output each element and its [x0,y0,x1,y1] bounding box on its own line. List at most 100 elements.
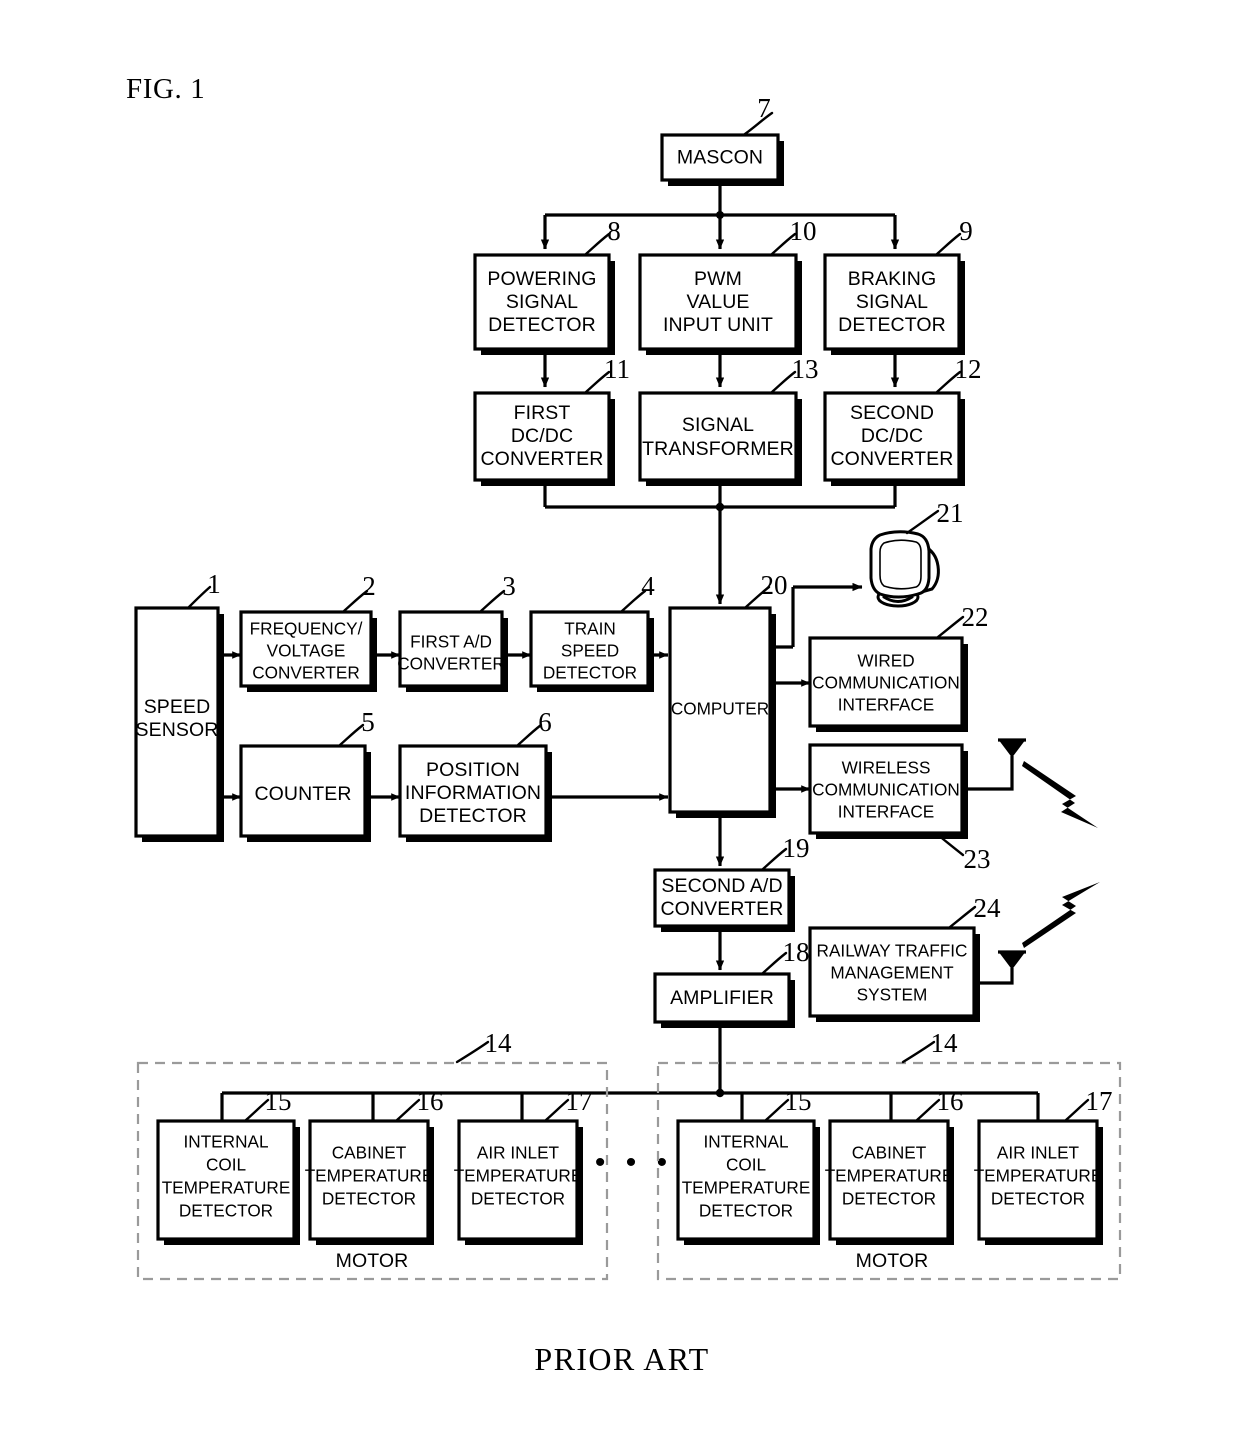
block-speed-sensor[interactable]: SPEED SENSOR 1 [134,569,224,842]
block-first-dcdc-converter[interactable]: FIRST DC/DC CONVERTER 11 [473,354,630,486]
block-speed-sensor-line-0: SPEED [144,696,211,718]
ref-2: 2 [362,571,376,601]
motor-group-1: 14 INTERNAL COIL TEMPERATURE DETECTOR 15… [136,1028,609,1281]
block-pwm-line-0: PWM [694,268,742,290]
sensor-air-inlet-temperature-detector-2[interactable]: AIR INLET TEMPERATURE DETECTOR 17 [974,1086,1113,1245]
block-second-ad-line-0: SECOND A/D [661,875,782,897]
s1b-line-2: DETECTOR [322,1189,416,1209]
ref-21: 21 [937,498,964,528]
block-train-speed-line-0: TRAIN [564,619,616,639]
block-pwm-line-2: INPUT UNIT [663,314,773,336]
block-counter[interactable]: COUNTER 5 [239,707,375,842]
block-train-speed-line-2: DETECTOR [543,663,637,683]
ref-9: 9 [959,216,973,246]
block-wireless-line-1: COMMUNICATION [812,780,960,800]
sensor-ref-15-b: 15 [785,1086,812,1116]
block-speed-sensor-line-1: SENSOR [136,719,219,741]
motor-groups-ellipsis: • • • [595,1146,673,1179]
block-railway-line-2: SYSTEM [857,985,928,1005]
ref-1: 1 [207,569,221,599]
block-frequency-voltage-converter[interactable]: FREQUENCY/ VOLTAGE CONVERTER 2 [239,571,377,692]
s2b-line-2: DETECTOR [842,1189,936,1209]
block-fv-line-2: CONVERTER [252,663,360,683]
block-wireless-line-0: WIRELESS [842,758,931,778]
block-position-line-2: DETECTOR [419,805,527,827]
block-wired-line-1: COMMUNICATION [812,673,960,693]
sensor-internal-coil-temperature-detector-1[interactable]: INTERNAL COIL TEMPERATURE DETECTOR 15 [156,1086,300,1245]
lightning-bolt-icon-wireless [1022,761,1098,828]
ref-5: 5 [361,707,375,737]
ref-22: 22 [962,602,989,632]
ref-19: 19 [783,833,810,863]
block-wireless-communication-interface[interactable]: WIRELESS COMMUNICATION INTERFACE 23 [808,743,991,874]
sensor-ref-16-b: 16 [937,1086,964,1116]
s2b-line-0: CABINET [852,1143,927,1163]
s2a-line-0: INTERNAL [704,1132,789,1152]
patent-figure-page: FIG. 1 MASCON 7 POWERING SIGNAL DETECTOR… [0,0,1240,1448]
block-fv-line-0: FREQUENCY/ [250,619,363,639]
ref-4: 4 [641,571,655,601]
block-powering-line-1: SIGNAL [506,291,578,313]
block-train-speed-line-1: SPEED [561,641,619,661]
block-powering-signal-detector[interactable]: POWERING SIGNAL DETECTOR 8 [473,216,621,355]
sensor-internal-coil-temperature-detector-2[interactable]: INTERNAL COIL TEMPERATURE DETECTOR 15 [676,1086,820,1245]
motor-caption-2: MOTOR [856,1250,929,1272]
s1c-line-1: TEMPERATURE [454,1166,583,1186]
ref-12: 12 [955,354,982,384]
lightning-bolt-icon-railway [1022,882,1100,948]
block-first-ad-converter[interactable]: FIRST A/D CONVERTER 3 [397,571,516,692]
block-signal-transformer[interactable]: SIGNAL TRANSFORMER 13 [638,354,819,486]
s2c-line-1: TEMPERATURE [974,1166,1103,1186]
s1b-line-1: TEMPERATURE [305,1166,434,1186]
block-computer[interactable]: COMPUTER 20 [668,570,788,818]
block-position-line-0: POSITION [426,759,520,781]
sensor-ref-15-a: 15 [265,1086,292,1116]
block-position-information-detector[interactable]: POSITION INFORMATION DETECTOR 6 [398,707,552,842]
block-first-dcdc-line-1: DC/DC [511,425,573,447]
block-mascon[interactable]: MASCON 7 [660,93,784,186]
block-wired-line-0: WIRED [857,651,914,671]
ref-3: 3 [502,571,516,601]
motor-group-1-ref-14: 14 [485,1028,513,1058]
block-amplifier[interactable]: AMPLIFIER 18 [653,937,810,1028]
block-pwm-line-1: VALUE [687,291,750,313]
motor-group-2-ref-14: 14 [931,1028,959,1058]
block-counter-line-0: COUNTER [254,783,351,805]
s1b-line-0: CABINET [332,1143,407,1163]
block-braking-line-0: BRAKING [848,268,936,290]
block-second-dcdc-line-0: SECOND [850,402,934,424]
block-railway-traffic-management-system[interactable]: RAILWAY TRAFFIC MANAGEMENT SYSTEM 24 [808,893,1001,1022]
ref-13: 13 [792,354,819,384]
block-train-speed-detector[interactable]: TRAIN SPEED DETECTOR 4 [529,571,655,692]
ref-7: 7 [757,93,771,123]
sensor-cabinet-temperature-detector-2[interactable]: CABINET TEMPERATURE DETECTOR 16 [825,1086,964,1245]
s2a-line-2: TEMPERATURE [682,1178,811,1198]
crt-monitor-icon: 21 [869,498,964,608]
s2a-line-1: COIL [726,1155,766,1175]
block-railway-line-1: MANAGEMENT [830,963,954,983]
block-first-ad-line-1: CONVERTER [397,654,505,674]
block-braking-signal-detector[interactable]: BRAKING SIGNAL DETECTOR 9 [823,216,973,355]
s1c-line-2: DETECTOR [471,1189,565,1209]
sensor-ref-17-b: 17 [1086,1086,1113,1116]
ref-23: 23 [964,844,991,874]
block-pwm-value-input-unit[interactable]: PWM VALUE INPUT UNIT 10 [638,216,817,355]
prior-art-caption: PRIOR ART [534,1341,709,1377]
motor-caption-1: MOTOR [336,1250,409,1272]
s1a-line-1: COIL [206,1155,246,1175]
block-first-dcdc-line-0: FIRST [514,402,571,424]
s1a-line-2: TEMPERATURE [162,1178,291,1198]
block-wired-communication-interface[interactable]: WIRED COMMUNICATION INTERFACE 22 [808,602,989,732]
block-position-line-1: INFORMATION [405,782,541,804]
block-wired-line-2: INTERFACE [838,695,934,715]
ref-20: 20 [761,570,788,600]
antenna-icon-wireless [962,738,1026,791]
block-second-dcdc-converter[interactable]: SECOND DC/DC CONVERTER 12 [823,354,982,486]
block-amplifier-line-0: AMPLIFIER [670,987,774,1009]
block-powering-line-2: DETECTOR [488,314,596,336]
block-mascon-label-0: MASCON [677,147,763,169]
block-first-ad-line-0: FIRST A/D [410,632,492,652]
block-first-dcdc-line-2: CONVERTER [481,448,604,470]
block-second-ad-converter[interactable]: SECOND A/D CONVERTER 19 [653,833,810,932]
block-fv-line-1: VOLTAGE [267,641,346,661]
